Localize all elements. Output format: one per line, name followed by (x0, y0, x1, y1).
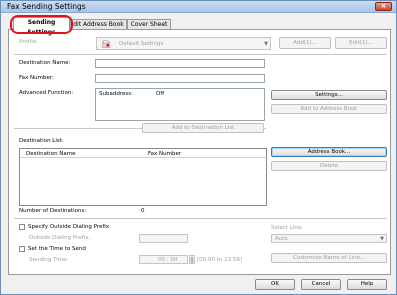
sending-time-input[interactable]: 00 : 00 (139, 255, 188, 264)
destination-name-label: Destination Name: (19, 60, 71, 66)
subaddress-value: Off (156, 91, 165, 97)
column-fax-number[interactable]: Fax Number (148, 151, 181, 157)
divider (14, 218, 387, 219)
number-of-destinations-label: Number of Destinations: (19, 208, 87, 214)
select-line-value: Auto (275, 236, 288, 242)
profile-label: Profile: (19, 39, 38, 45)
time-range-label: [00:00 to 23:59] (197, 257, 243, 263)
ok-button[interactable]: OK (255, 279, 295, 290)
add-to-address-book-button[interactable]: Add to Address Book (271, 104, 387, 114)
fax-profile-icon (102, 40, 110, 48)
fax-number-input[interactable] (95, 74, 265, 83)
set-time-label: Set the Time to Send (28, 246, 86, 252)
destination-list[interactable]: Destination Name Fax Number (19, 148, 267, 206)
divider (14, 54, 387, 55)
subaddress-label: Subaddress: (99, 91, 133, 97)
outside-prefix-sub-label: Outside Dialing Prefix: (29, 235, 91, 241)
help-button[interactable]: Help (347, 279, 387, 290)
sending-time-label: Sending Time: (29, 257, 69, 263)
address-book-button[interactable]: Address Book... (271, 147, 387, 157)
column-destination-name[interactable]: Destination Name (26, 151, 76, 157)
close-icon[interactable]: × (375, 2, 392, 11)
advanced-function-label: Advanced Function: (19, 90, 74, 96)
divider (14, 128, 142, 129)
highlight-annotation (10, 15, 73, 34)
select-line-dropdown[interactable]: Auto ▼ (271, 234, 387, 243)
set-time-checkbox[interactable] (19, 246, 25, 252)
window-title: Fax Sending Settings (7, 2, 86, 11)
advanced-function-box: Subaddress: Off (95, 88, 265, 121)
outside-prefix-input[interactable] (139, 234, 188, 243)
fax-number-label: Fax Number: (19, 75, 54, 81)
sending-settings-panel: Profile: Default Settings ▼ Add(1)... Ed… (8, 29, 391, 275)
divider (264, 128, 266, 129)
outside-prefix-label: Specify Outside Dialing Prefix (28, 224, 110, 230)
cancel-button[interactable]: Cancel (301, 279, 341, 290)
profile-select[interactable]: Default Settings ▼ (96, 37, 271, 50)
settings-button[interactable]: Settings... (271, 90, 387, 100)
sending-time-value: 00 : 00 (158, 257, 178, 263)
customize-line-button[interactable]: Customize Name of Line... (271, 253, 387, 263)
outside-prefix-checkbox[interactable] (19, 224, 25, 230)
number-of-destinations-value: 0 (141, 208, 145, 214)
title-bar: Fax Sending Settings × (1, 1, 396, 13)
time-spinner[interactable]: ▲ ▼ (189, 255, 195, 264)
profile-edit-button[interactable]: Edit(1)... (335, 37, 387, 49)
profile-value: Default Settings (119, 41, 164, 47)
delete-button[interactable]: Delete (271, 161, 387, 171)
destination-name-input[interactable] (95, 59, 265, 68)
destination-list-header: Destination Name Fax Number (20, 149, 266, 158)
destination-list-label: Destination List: (19, 138, 64, 144)
chevron-down-icon: ▼ (380, 236, 384, 242)
select-line-label: Select Line: (271, 225, 304, 231)
profile-add-button[interactable]: Add(1)... (279, 37, 331, 49)
add-to-destination-list-button[interactable]: Add to Destination List (142, 123, 264, 133)
fax-sending-settings-window: Fax Sending Settings × Sending Settings … (0, 0, 397, 295)
chevron-down-icon: ▼ (264, 41, 268, 47)
